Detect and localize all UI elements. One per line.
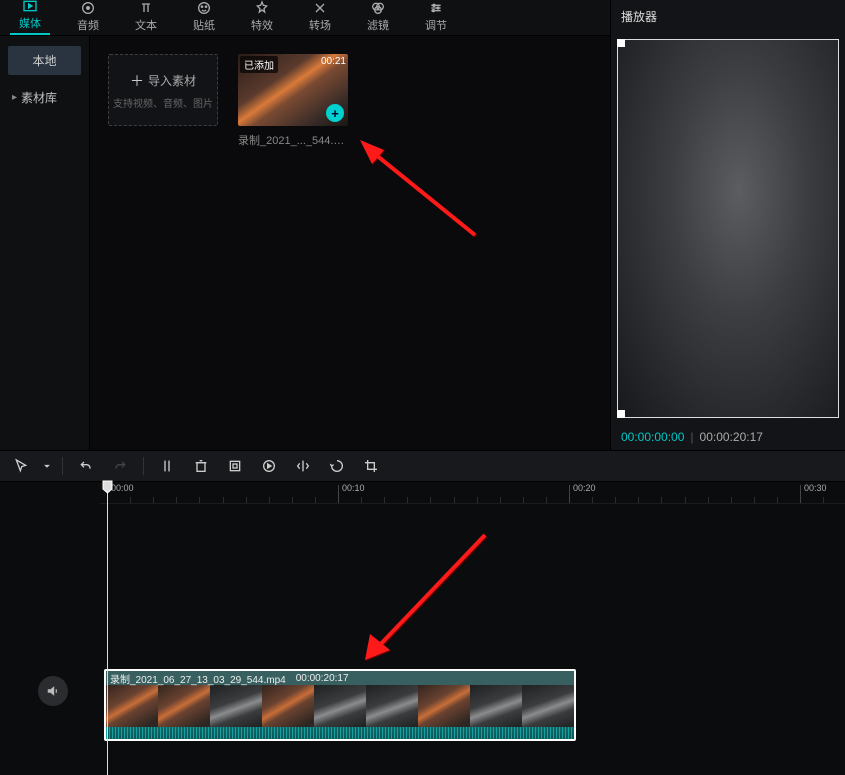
tab-text-label: 文本	[135, 17, 157, 33]
sidebar-library-item[interactable]: ▸ 素材库	[8, 85, 81, 110]
handle-bl[interactable]	[617, 410, 625, 418]
undo-button[interactable]	[71, 454, 101, 478]
tab-adjust[interactable]: 调节	[416, 0, 456, 35]
speed-button[interactable]	[254, 454, 284, 478]
sidebar: 本地 ▸ 素材库	[0, 36, 90, 450]
player-time: 00:00:00:00 | 00:00:20:17	[611, 424, 845, 450]
time-separator: |	[690, 430, 693, 444]
clip-thumbstrip	[106, 685, 574, 727]
tab-audio-label: 音频	[77, 17, 99, 33]
tab-media-label: 媒体	[19, 15, 41, 31]
ruler-label: 00:00	[111, 483, 134, 493]
playhead[interactable]	[107, 482, 108, 775]
import-title: 导入素材	[148, 72, 196, 89]
tab-effect[interactable]: 特效	[242, 0, 282, 35]
timeline-clip-duration: 00:00:20:17	[296, 673, 349, 684]
tab-audio[interactable]: 音频	[68, 0, 108, 35]
tab-filter-label: 滤镜	[367, 17, 389, 33]
media-icon	[22, 0, 38, 13]
separator	[62, 457, 63, 475]
tab-text[interactable]: 文本	[126, 0, 166, 35]
timeline-ruler[interactable]: 00:00 00:10 00:20 00:30	[100, 482, 845, 504]
mirror-button[interactable]	[288, 454, 318, 478]
import-card[interactable]: ＋ 导入素材 支持视频、音频、图片	[108, 54, 218, 126]
split-button[interactable]	[152, 454, 182, 478]
ruler-label: 00:30	[804, 483, 827, 493]
timeline[interactable]: 00:00 00:10 00:20 00:30 录制_2021_06_27_13_03…	[0, 482, 845, 775]
player-viewport[interactable]	[617, 39, 839, 418]
audio-icon	[80, 1, 96, 15]
sidebar-local-button[interactable]: 本地	[8, 46, 81, 75]
ruler-label: 00:20	[573, 483, 596, 493]
ruler-label: 00:10	[342, 483, 365, 493]
clip-filename: 录制_2021_..._544.mp4	[238, 132, 348, 148]
clip-thumbnail[interactable]: 已添加 00:21 +	[238, 54, 348, 126]
chevron-right-icon: ▸	[12, 92, 17, 103]
tab-sticker-label: 贴纸	[193, 17, 215, 33]
added-tag: 已添加	[240, 56, 278, 73]
tab-effect-label: 特效	[251, 17, 273, 33]
player-title: 播放器	[611, 0, 845, 33]
redo-button[interactable]	[105, 454, 135, 478]
add-to-timeline-button[interactable]: +	[326, 104, 344, 122]
sidebar-library-label: 素材库	[21, 89, 57, 106]
playhead-handle[interactable]	[102, 480, 113, 494]
selection-dropdown[interactable]	[40, 454, 54, 478]
handle-tl[interactable]	[617, 39, 625, 47]
freeze-button[interactable]	[220, 454, 250, 478]
selection-tool[interactable]	[6, 454, 36, 478]
crop-button[interactable]	[356, 454, 386, 478]
total-duration: 00:00:20:17	[700, 430, 763, 444]
transition-icon	[312, 1, 328, 15]
tab-transition[interactable]: 转场	[300, 0, 340, 35]
tab-adjust-label: 调节	[425, 17, 447, 33]
separator	[143, 457, 144, 475]
tab-media[interactable]: 媒体	[10, 0, 50, 35]
media-bin: ＋ 导入素材 支持视频、音频、图片 已添加 00:21 + 录制_2021_..…	[90, 36, 610, 450]
track-mute-button[interactable]	[38, 676, 68, 706]
sticker-icon	[196, 1, 212, 15]
timeline-toolbar	[0, 450, 845, 482]
plus-icon: ＋	[130, 71, 144, 91]
filter-icon	[370, 1, 386, 15]
adjust-icon	[428, 1, 444, 15]
delete-button[interactable]	[186, 454, 216, 478]
timeline-clip-name: 录制_2021_06_27_13_03_29_544.mp4	[110, 671, 286, 686]
tab-sticker[interactable]: 贴纸	[184, 0, 224, 35]
tab-transition-label: 转场	[309, 17, 331, 33]
text-icon	[138, 1, 154, 15]
duration-tag: 00:21	[321, 56, 346, 67]
rotate-button[interactable]	[322, 454, 352, 478]
media-clip[interactable]: 已添加 00:21 + 录制_2021_..._544.mp4	[238, 54, 348, 148]
import-subtitle: 支持视频、音频、图片	[113, 95, 213, 110]
clip-audio-waveform	[106, 727, 574, 739]
top-tabs: 媒体 音频 文本 贴纸 特效 转场	[0, 0, 610, 36]
effect-icon	[254, 1, 270, 15]
timeline-clip[interactable]: 录制_2021_06_27_13_03_29_544.mp4 00:00:20:…	[104, 669, 576, 741]
tab-filter[interactable]: 滤镜	[358, 0, 398, 35]
current-time: 00:00:00:00	[621, 430, 684, 444]
